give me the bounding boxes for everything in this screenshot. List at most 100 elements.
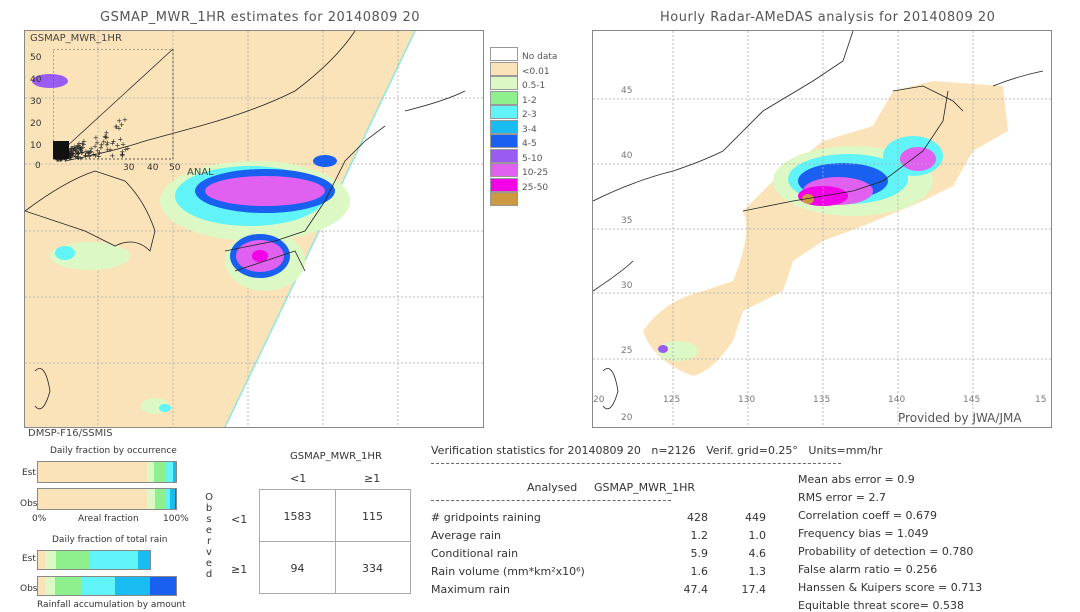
- bar-segment: [147, 489, 156, 509]
- scatter-point: +: [119, 121, 125, 129]
- inset-ytick: 40: [30, 75, 42, 85]
- bar-segment: [173, 462, 176, 482]
- side-letter: d: [205, 569, 213, 580]
- legend-swatch: [490, 192, 518, 206]
- lon-tick: 140: [888, 395, 906, 405]
- legend-label: 10-25: [522, 168, 549, 178]
- color-legend: No data <0.01 0.5-1 1-2 2-3 3-4 4-5 5-10 10-25 25…: [490, 47, 560, 207]
- data-credit: Provided by JWA/JMA: [898, 411, 1022, 425]
- cell-hits-neg: 1583: [283, 510, 312, 523]
- stat-gsmap: 1.0: [748, 529, 767, 542]
- legend-swatch: [490, 105, 518, 119]
- scatter-point: +: [119, 150, 125, 158]
- lon-tick: 125: [663, 395, 681, 405]
- est-label: Est: [22, 554, 36, 564]
- legend-swatch: [490, 177, 518, 192]
- scatter-point: +: [91, 150, 97, 158]
- legend-swatch: [490, 76, 518, 90]
- est-label: Est: [22, 468, 36, 478]
- occurrence-title: Daily fraction by occurrence: [50, 446, 177, 456]
- bar-segment: [38, 551, 45, 569]
- side-letter: r: [206, 536, 212, 547]
- legend-label: 0.5-1: [522, 81, 546, 91]
- lat-tick: 35: [621, 216, 633, 226]
- stat-analysed: 5.9: [690, 547, 709, 560]
- inset-label: GSMAP_MWR_1HR: [30, 33, 122, 44]
- legend-swatch: [490, 90, 518, 105]
- inset-xtick: 30: [123, 163, 135, 173]
- lon-tick: 130: [738, 395, 756, 405]
- satellite-label: DMSP-F16/SSMIS: [28, 428, 113, 439]
- bar-segment: [89, 551, 138, 569]
- inset-ytick: 20: [30, 119, 42, 129]
- bar-segment: [55, 551, 90, 569]
- side-letter: s: [206, 514, 212, 525]
- axis-title: Areal fraction: [78, 514, 139, 524]
- legend-item: 0.5-1: [490, 76, 560, 91]
- stat-analysed: 1.2: [690, 529, 709, 542]
- score-item: Frequency bias = 1.049: [798, 527, 929, 540]
- rain-footer: Rainfall accumulation by amount: [37, 600, 186, 610]
- right-map-title: Hourly Radar-AMeDAS analysis for 2014080…: [660, 10, 996, 25]
- inset-ytick: 0: [35, 161, 41, 171]
- lat-tick: 45: [621, 86, 633, 96]
- stat-label: Maximum rain: [431, 583, 510, 596]
- lon-tick: 20: [593, 395, 605, 405]
- legend-item: <0.01: [490, 61, 560, 77]
- bar-segment: [55, 577, 83, 595]
- radar-map-canvas: [593, 31, 1051, 427]
- legend-label: 1-2: [522, 95, 537, 106]
- bar-segment: [153, 462, 167, 482]
- lat-tick: 20: [621, 413, 633, 423]
- legend-item: 25-50: [490, 177, 560, 193]
- scatter-point: +: [113, 123, 119, 131]
- stat-gsmap: 17.4: [741, 583, 767, 596]
- legend-item: 10-25: [490, 163, 560, 178]
- side-letter: e: [205, 558, 213, 569]
- legend-swatch: [490, 163, 518, 177]
- legend-swatch: [490, 119, 518, 134]
- stat-label: # gridpoints raining: [431, 511, 541, 524]
- scatter-point: +: [76, 149, 82, 157]
- col-label: ≥1: [364, 472, 381, 485]
- obs-label: Obs: [20, 584, 38, 594]
- verification-header: Verification statistics for 20140809 20 …: [431, 444, 883, 457]
- analysis-coverage: [643, 81, 1008, 376]
- occurrence-est-bar: [37, 461, 177, 483]
- lon-tick: 15: [1035, 395, 1047, 405]
- col-gsmap: GSMAP_MWR_1HR: [594, 481, 696, 494]
- occurrence-obs-bar: [37, 488, 177, 510]
- bar-segment: [166, 462, 174, 482]
- side-letter: O: [205, 492, 213, 503]
- bar-segment: [147, 462, 154, 482]
- table-divider: [260, 541, 410, 542]
- row-label: ≥1: [231, 563, 248, 576]
- scatter-point: +: [105, 146, 111, 154]
- lon-tick: 135: [813, 395, 831, 405]
- legend-swatch: [490, 148, 518, 163]
- row-label: <1: [231, 513, 248, 526]
- lat-tick: 30: [621, 281, 633, 291]
- bar-segment: [174, 489, 176, 509]
- legend-swatch: [490, 134, 518, 148]
- cell-false-alarm: 115: [362, 510, 383, 523]
- bar-segment: [44, 551, 56, 569]
- legend-item: [490, 192, 560, 206]
- cell-miss: 94: [290, 562, 305, 575]
- side-letter: b: [205, 503, 213, 514]
- divider: [431, 463, 841, 464]
- legend-item: 3-4: [490, 119, 560, 135]
- legend-label: 5-10: [522, 153, 543, 164]
- side-letter: v: [206, 547, 212, 558]
- bar-segment: [137, 551, 150, 569]
- radar-amedas-map: 45 40 35 30 25 20 20 125 130 135 140 145…: [592, 30, 1052, 428]
- score-item: Mean abs error = 0.9: [798, 473, 915, 486]
- legend-item: 2-3: [490, 105, 560, 120]
- legend-label: No data: [522, 52, 558, 62]
- inset-ytick: 30: [30, 97, 42, 107]
- score-item: Probability of detection = 0.780: [798, 545, 974, 558]
- rain-obs-bar: [37, 576, 177, 596]
- inset-xtick: 50: [169, 163, 181, 173]
- inset-xtick: 40: [147, 163, 159, 173]
- stat-analysed: 1.6: [690, 565, 709, 578]
